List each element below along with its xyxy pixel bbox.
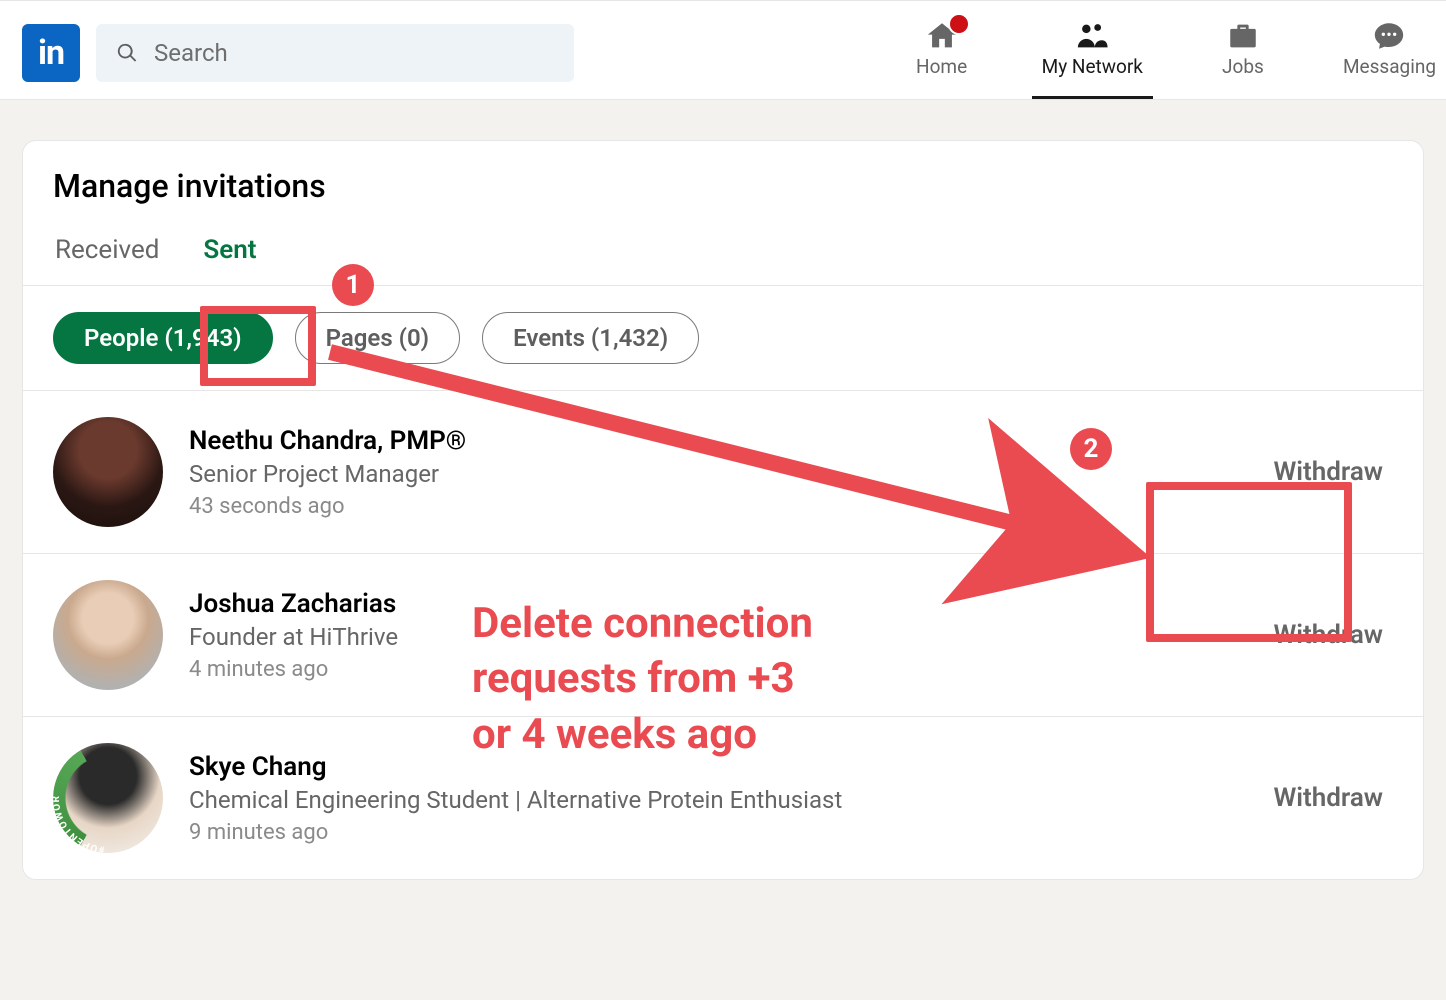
withdraw-button[interactable]: Withdraw (1263, 441, 1393, 503)
nav-messaging-label: Messaging (1343, 55, 1436, 78)
person-headline: Chemical Engineering Student | Alternati… (189, 786, 1237, 814)
filter-pills: People (1,943) Pages (0) Events (1,432) (23, 286, 1423, 391)
nav-my-network[interactable]: My Network (1042, 7, 1143, 99)
logo-text: in (38, 33, 64, 73)
nav-messaging[interactable]: Messaging (1343, 7, 1436, 99)
nav-network-label: My Network (1042, 55, 1143, 78)
search-input[interactable]: Search (96, 24, 574, 82)
person-name[interactable]: Neethu Chandra, PMP® (189, 426, 1237, 456)
filter-events[interactable]: Events (1,432) (482, 312, 699, 364)
withdraw-button[interactable]: Withdraw (1263, 604, 1393, 666)
sent-time: 43 seconds ago (189, 494, 1237, 519)
filter-people[interactable]: People (1,943) (53, 312, 273, 364)
tab-received[interactable]: Received (53, 223, 161, 285)
sent-time: 9 minutes ago (189, 820, 1237, 845)
page-title: Manage invitations (23, 141, 1423, 223)
filter-pages[interactable]: Pages (0) (295, 312, 461, 364)
nav-jobs[interactable]: Jobs (1203, 7, 1283, 99)
top-bar: in Search Home My Network Jobs (0, 0, 1446, 100)
tab-sent[interactable]: Sent (201, 223, 258, 285)
page: Manage invitations Received Sent People … (0, 100, 1446, 920)
withdraw-button[interactable]: Withdraw (1263, 767, 1393, 829)
search-placeholder: Search (154, 39, 228, 67)
person-name[interactable]: Joshua Zacharias (189, 589, 1237, 619)
open-to-work-badge (53, 743, 163, 853)
avatar[interactable]: #OPENTOWORK (53, 743, 163, 853)
person-headline: Senior Project Manager (189, 460, 1237, 488)
briefcase-icon (1225, 19, 1261, 53)
invitation-row: #OPENTOWORK Skye Chang Chemical Engineer… (23, 717, 1423, 879)
avatar[interactable] (53, 580, 163, 690)
nav-home[interactable]: Home (902, 7, 982, 99)
sent-time: 4 minutes ago (189, 657, 1237, 682)
invitation-row: Joshua Zacharias Founder at HiThrive 4 m… (23, 554, 1423, 717)
search-icon (116, 42, 138, 64)
linkedin-logo[interactable]: in (22, 24, 80, 82)
invitations-card: Manage invitations Received Sent People … (22, 140, 1424, 880)
invitation-row: Neethu Chandra, PMP® Senior Project Mana… (23, 391, 1423, 554)
messaging-icon (1370, 19, 1408, 53)
nav-home-label: Home (916, 55, 967, 78)
invitation-tabs: Received Sent (23, 223, 1423, 286)
avatar[interactable] (53, 417, 163, 527)
notification-badge (948, 13, 970, 35)
people-icon (1072, 19, 1112, 53)
person-headline: Founder at HiThrive (189, 623, 1237, 651)
nav-jobs-label: Jobs (1222, 55, 1264, 78)
person-name[interactable]: Skye Chang (189, 752, 1237, 782)
global-nav: Home My Network Jobs Messaging (902, 7, 1446, 99)
